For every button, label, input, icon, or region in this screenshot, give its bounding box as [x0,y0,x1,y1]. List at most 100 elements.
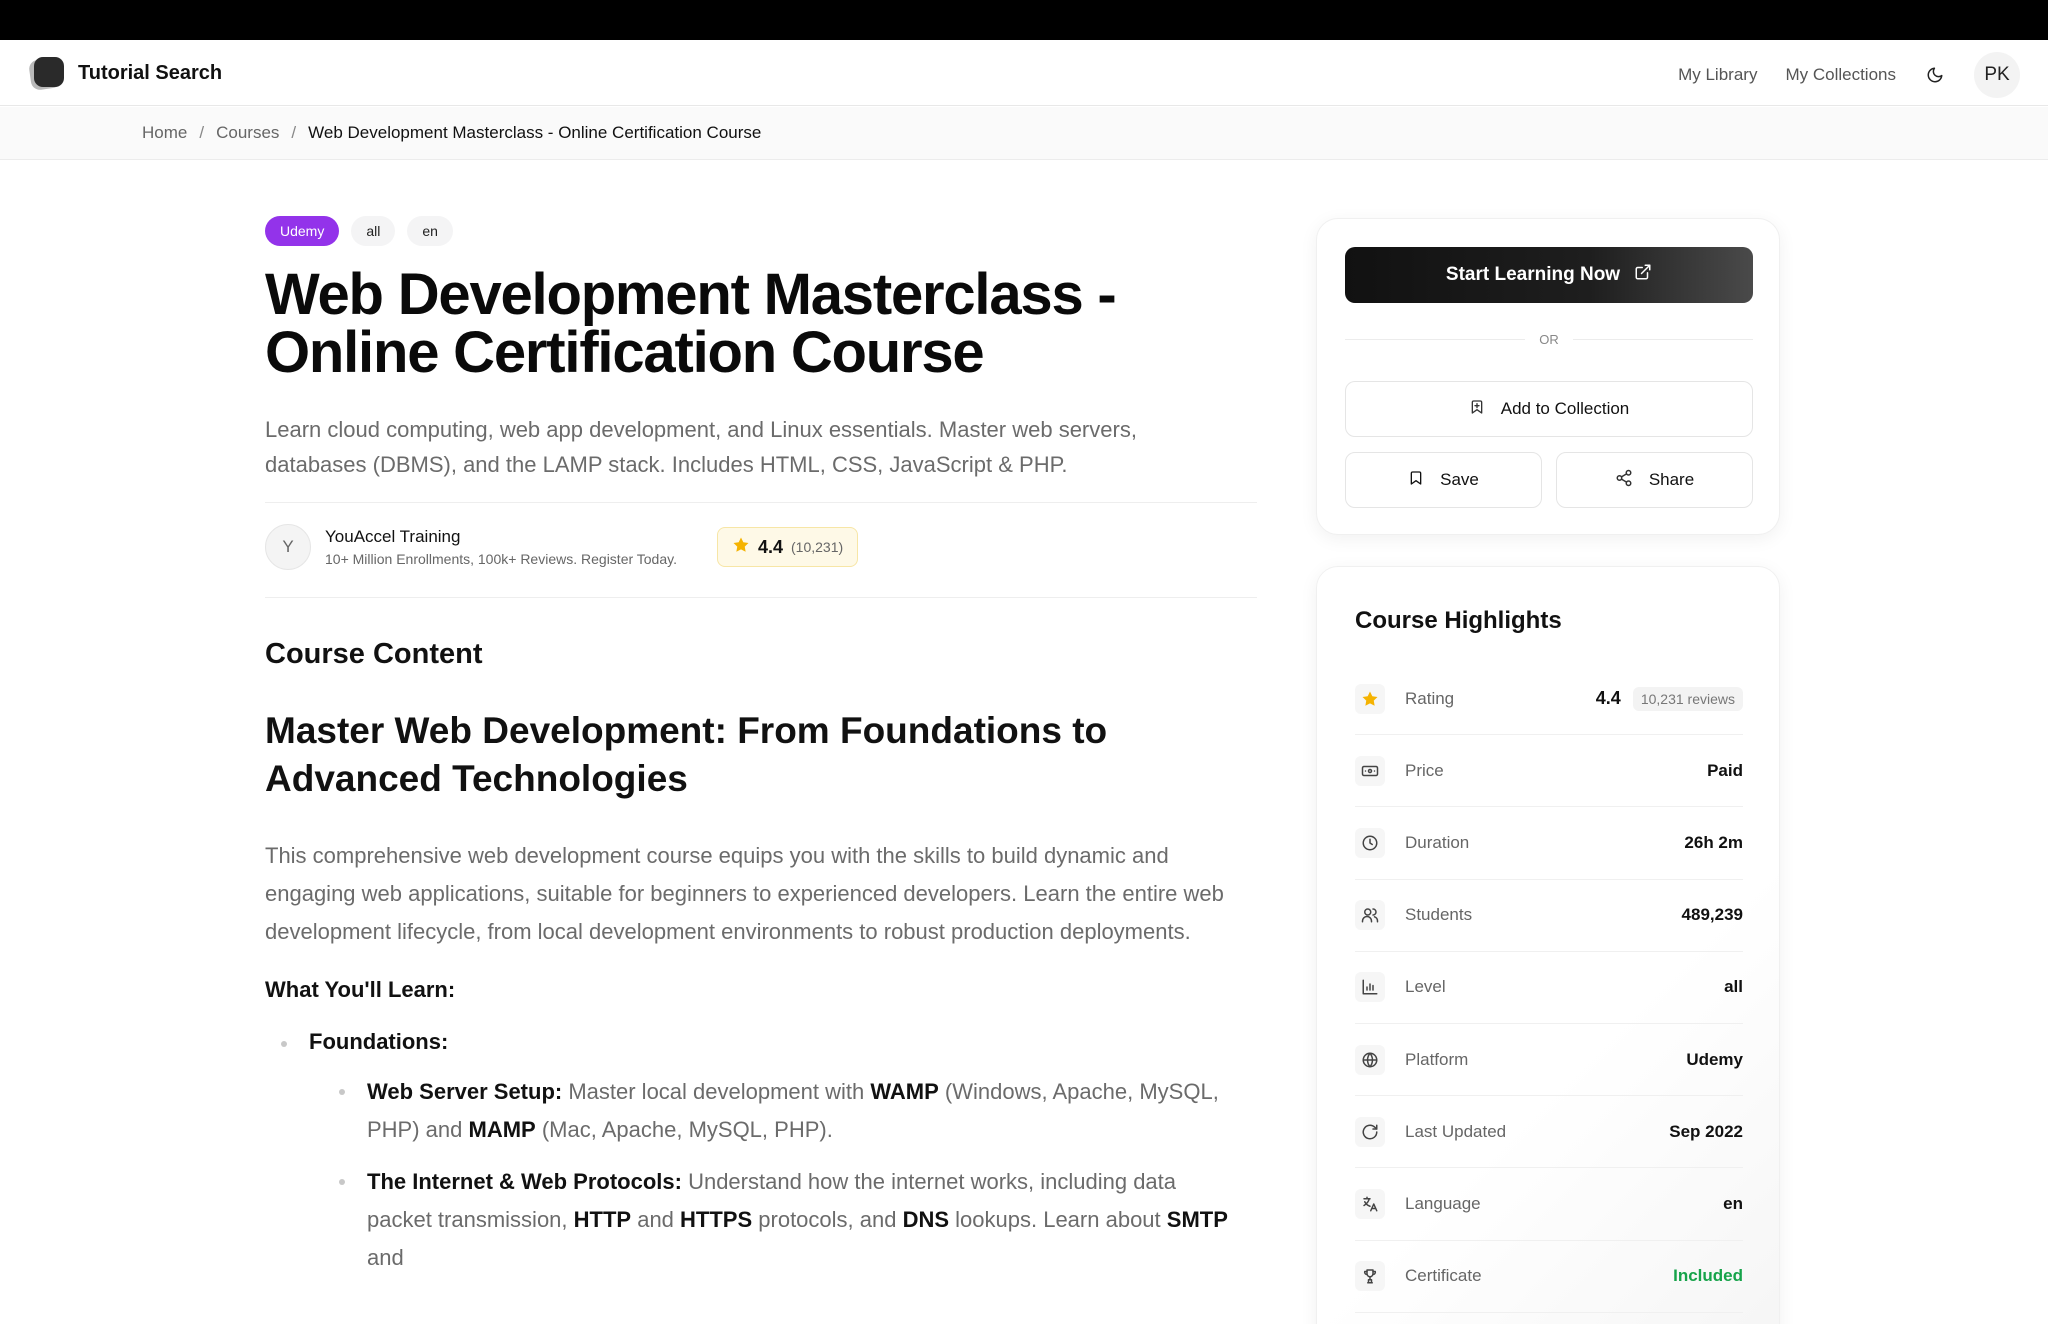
badge-platform: Udemy [265,216,340,246]
star-icon [732,536,750,559]
nav-right: My Library My Collections PK [1678,52,2020,98]
share-button[interactable]: Share [1556,452,1753,508]
bar-chart-icon [1355,972,1385,1003]
banknote-icon [1355,755,1385,786]
course-subtitle: Learn cloud computing, web app developme… [265,417,1137,477]
reviews-count-badge: 10,231 reviews [1632,686,1743,711]
instructor-avatar: Y [265,524,311,570]
highlight-value: 489,239 [1681,905,1743,925]
highlight-value: en [1723,1193,1743,1213]
highlight-value: 26h 2m [1684,832,1743,852]
users-icon [1355,900,1385,931]
rating-count: (10,231) [791,539,844,555]
highlight-row-language: Language en [1355,1168,1743,1241]
highlight-row-last-updated: Last Updated Sep 2022 [1355,1096,1743,1169]
breadcrumb-current: Web Development Masterclass - Online Cer… [308,123,762,142]
user-avatar[interactable]: PK [1974,52,2020,98]
highlight-label: Certificate [1405,1266,1482,1286]
instructor-info: YouAccel Training 10+ Million Enrollment… [325,527,677,567]
course-badges: Udemy all en [265,216,1265,246]
highlight-value: all [1724,977,1743,997]
or-divider: OR [1345,329,1753,349]
start-learning-label: Start Learning Now [1445,264,1621,285]
highlight-row-students: Students 489,239 [1355,880,1743,952]
foundations-sublist: Web Server Setup: Master local developme… [281,1073,1265,1277]
highlight-row-rating: Rating 4.4 10,231 reviews [1355,663,1743,736]
highlight-rating-value: 4.4 [1595,688,1621,709]
top-black-bar [0,0,2048,40]
highlight-label: Rating [1405,688,1455,708]
logo-icon [28,56,64,91]
course-highlights-card: Course Highlights Rating 4.4 10,231 revi… [1316,566,1780,1324]
instructor-name[interactable]: YouAccel Training [325,527,677,547]
learn-list: Foundations: Web Server Setup: Master lo… [265,1029,1265,1277]
highlight-row-certificate: Certificate Included [1355,1241,1743,1313]
highlight-label: Students [1405,905,1473,925]
highlight-label: Duration [1405,832,1470,852]
breadcrumb-bar: Home / Courses / Web Development Masterc… [0,107,2048,160]
moon-icon[interactable] [1924,64,1946,86]
breadcrumb: Home / Courses / Web Development Masterc… [142,123,761,143]
highlight-label: Language [1405,1193,1481,1213]
highlight-row-price: Price Paid [1355,735,1743,808]
add-to-collection-label: Add to Collection [1500,399,1630,418]
external-link-icon [1634,263,1652,287]
action-card: Start Learning Now OR Add to Collection … [1316,218,1780,535]
foundations-label: Foundations: [309,1029,449,1054]
bookmark-plus-icon [1469,399,1485,420]
bullet [339,1179,345,1185]
rating-chip: 4.4 (10,231) [716,527,859,567]
share-label: Share [1648,470,1695,489]
breadcrumb-separator: / [199,123,205,142]
save-label: Save [1440,470,1479,489]
app-name: Tutorial Search [78,61,223,84]
highlight-row-duration: Duration 26h 2m [1355,807,1743,880]
trophy-icon [1355,1261,1385,1292]
content-heading: Master Web Development: From Foundations… [265,710,1108,799]
nav-my-library[interactable]: My Library [1678,65,1757,85]
star-icon [1355,683,1385,714]
list-item: Foundations: [281,1029,1265,1055]
highlight-label: Last Updated [1405,1121,1507,1141]
highlight-value: Udemy [1686,1049,1743,1069]
share-icon [1615,469,1633,492]
highlights-list: Rating 4.4 10,231 reviews Price Paid Dur… [1355,663,1743,1313]
highlight-label: Level [1405,977,1446,997]
rating-value: 4.4 [757,536,784,557]
add-to-collection-button[interactable]: Add to Collection [1345,381,1753,437]
bullet [339,1089,345,1095]
bullet [281,1041,287,1047]
bookmark-icon [1408,470,1424,491]
list-item-text: Web Server Setup: Master local developme… [367,1079,1219,1142]
list-item: Web Server Setup: Master local developme… [339,1073,1239,1149]
badge-language: en [407,216,453,246]
brand[interactable]: Tutorial Search [28,56,223,91]
highlight-row-level: Level all [1355,952,1743,1024]
highlight-value: Included [1673,1266,1743,1286]
nav-my-collections[interactable]: My Collections [1785,65,1896,85]
start-learning-button[interactable]: Start Learning Now [1345,247,1753,303]
instructor-row: Y YouAccel Training 10+ Million Enrollme… [265,502,1257,598]
breadcrumb-courses[interactable]: Courses [216,123,279,143]
list-item: The Internet & Web Protocols: Understand… [339,1163,1239,1277]
breadcrumb-separator: / [291,123,297,142]
navbar: Tutorial Search My Library My Collection… [0,40,2048,106]
course-content-title: Course Content [265,638,483,670]
or-label: OR [1539,331,1559,347]
highlight-label: Platform [1405,1049,1469,1069]
languages-icon [1355,1188,1385,1219]
highlight-value: Sep 2022 [1669,1121,1743,1141]
list-item-text: The Internet & Web Protocols: Understand… [367,1169,1228,1270]
save-button[interactable]: Save [1345,452,1542,508]
highlight-label: Price [1405,760,1444,780]
highlight-value: Paid [1707,760,1743,780]
breadcrumb-home[interactable]: Home [142,123,187,143]
refresh-icon [1355,1116,1385,1147]
instructor-tagline: 10+ Million Enrollments, 100k+ Reviews. … [325,551,677,567]
clock-icon [1355,827,1385,858]
what-youll-learn-heading: What You'll Learn: [265,977,456,1002]
globe-icon [1355,1044,1385,1075]
course-title: Web Development Masterclass - Online Cer… [265,262,1117,385]
content-intro: This comprehensive web development cours… [265,843,1224,944]
badge-level: all [351,216,396,246]
